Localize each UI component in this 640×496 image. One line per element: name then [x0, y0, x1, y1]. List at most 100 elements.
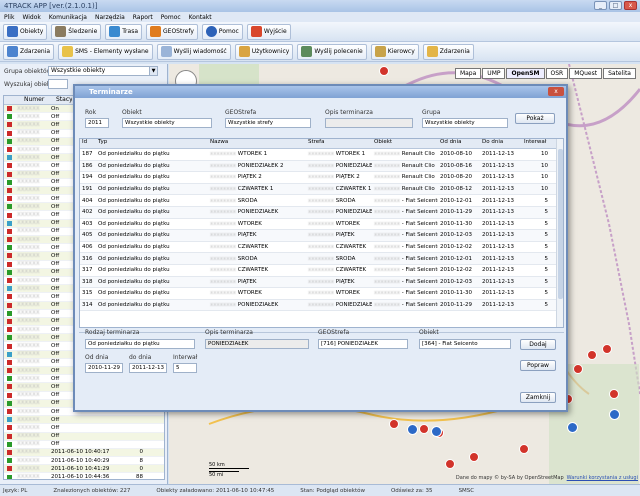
search-input[interactable]: [48, 79, 68, 89]
status-square-icon: [7, 474, 12, 479]
pokaz-button[interactable]: Pokaż: [515, 113, 555, 124]
exit-button[interactable]: Wyjście: [246, 23, 291, 40]
list-item[interactable]: XXXXXX Off: [4, 424, 164, 433]
events-button[interactable]: Zdarzenia: [3, 43, 55, 60]
geostrefa-select[interactable]: Wszystkie strefy: [225, 118, 311, 128]
col-numer[interactable]: Numer: [22, 96, 54, 104]
table-row[interactable]: 314 Od poniedziałku do piątku xxxxxxxx PON…: [80, 299, 563, 312]
maptab-osr[interactable]: OSR: [545, 68, 569, 79]
close-button[interactable]: x: [624, 1, 637, 10]
table-row[interactable]: 402 Od poniedziałku do piątku xxxxxxxx PON…: [80, 206, 563, 219]
drivers-button[interactable]: Kierowcy: [370, 43, 419, 60]
objects-button[interactable]: Obiekty: [3, 23, 48, 40]
vehicle-marker-blue[interactable]: [609, 409, 620, 420]
zamknij-button[interactable]: Zamknij: [520, 392, 556, 403]
col-strefa[interactable]: Strefa: [306, 139, 372, 148]
table-row[interactable]: 315 Od poniedziałku do piątku xxxxxxxx WTO…: [80, 288, 563, 300]
vehicle-marker[interactable]: [419, 424, 429, 434]
vehicle-marker-blue[interactable]: [567, 422, 578, 433]
menu-widok[interactable]: Widok: [22, 14, 40, 21]
users-icon: [238, 46, 250, 57]
dialog-close-button[interactable]: x: [548, 87, 564, 96]
redacted-text: xxxxxxxx: [210, 197, 238, 204]
vehicle-marker[interactable]: [469, 452, 479, 462]
col-interwal[interactable]: Interwał: [522, 139, 554, 148]
help-button[interactable]: Pomoc: [201, 23, 243, 40]
table-row[interactable]: 186 Od poniedziałku do piątku xxxxxxxx PON…: [80, 160, 563, 173]
vehicle-marker[interactable]: [389, 419, 399, 429]
col-do[interactable]: Do dnia: [480, 139, 522, 148]
table-row[interactable]: 404 Od poniedziałku do piątku xxxxxxxx ŚRO…: [80, 195, 563, 207]
col-stacyj[interactable]: Stacyj: [54, 96, 72, 104]
table-row[interactable]: 403 Od poniedziałku do piątku xxxxxxxx WTO…: [80, 219, 563, 231]
col-typ[interactable]: Typ: [96, 139, 208, 148]
vehicle-marker[interactable]: [609, 389, 619, 399]
vehicle-marker[interactable]: [573, 364, 583, 374]
list-item[interactable]: XXXXXX Off: [4, 441, 164, 449]
users-button[interactable]: Użytkownicy: [234, 43, 294, 60]
table-scrollbar[interactable]: [556, 139, 563, 327]
col-obiekt[interactable]: Obiekt: [372, 139, 438, 148]
vehicle-marker-blue[interactable]: [407, 424, 418, 435]
vehicle-marker[interactable]: [519, 444, 529, 454]
vehicle-marker[interactable]: [587, 350, 597, 360]
edit-opis-input[interactable]: PONIEDZIAŁEK: [205, 339, 309, 349]
send-message-button[interactable]: Wyślij wiadomość: [156, 43, 231, 60]
col-od[interactable]: Od dnia: [438, 139, 480, 148]
object-status: Off: [51, 203, 60, 210]
menu-kontakt[interactable]: Kontakt: [189, 14, 212, 21]
tracking-button[interactable]: Śledzenie: [51, 23, 102, 40]
col-id[interactable]: Id: [80, 139, 96, 148]
table-row[interactable]: 187 Od poniedziałku do piątku xxxxxxxx WTO…: [80, 149, 563, 161]
list-item[interactable]: XXXXXX 2011-06-10 10:41:29 0: [4, 465, 164, 474]
menu-raport[interactable]: Raport: [133, 14, 153, 21]
maptab-mapa[interactable]: Mapa: [454, 68, 482, 79]
edit-geostrefa-select[interactable]: [716] PONIEDZIAŁEK: [318, 339, 408, 349]
col-nazwa[interactable]: Nazwa: [208, 139, 306, 148]
maximize-button[interactable]: □: [609, 1, 622, 10]
rodzaj-select[interactable]: Od poniedziałku do piątku: [85, 339, 195, 349]
maptab-opensm[interactable]: OpenSM: [506, 68, 545, 79]
table-row[interactable]: 317 Od poniedziałku do piątku xxxxxxxx CZW…: [80, 265, 563, 277]
list-item[interactable]: XXXXXX Off: [4, 416, 164, 425]
table-row[interactable]: 191 Od poniedziałku do piątku xxxxxxxx CZW…: [80, 183, 563, 196]
list-item[interactable]: XXXXXX 2011-06-10 10:44:36 88: [4, 473, 164, 479]
vehicle-marker[interactable]: [445, 459, 455, 469]
interwal-stepper[interactable]: 5: [173, 363, 197, 373]
vehicle-marker[interactable]: [379, 66, 389, 76]
send-command-button[interactable]: Wyślij polecenie: [297, 43, 367, 60]
route-button[interactable]: Trasa: [105, 23, 142, 40]
list-item[interactable]: XXXXXX 2011-06-10 10:40:29 8: [4, 457, 164, 466]
grupa-select[interactable]: Wszystkie obiekty: [422, 118, 508, 128]
vehicle-marker-blue[interactable]: [431, 426, 442, 437]
table-row[interactable]: 318 Od poniedziałku do piątku xxxxxxxx PIĄ…: [80, 276, 563, 289]
maptab-ump[interactable]: UMP: [482, 68, 506, 79]
list-item[interactable]: XXXXXX 2011-06-10 10:40:17 0: [4, 448, 164, 458]
events2-button[interactable]: Zdarzenia: [422, 43, 474, 60]
opis-input[interactable]: [325, 118, 413, 128]
table-row[interactable]: 405 Od poniedziałku do piątku xxxxxxxx PIĄ…: [80, 230, 563, 242]
menu-narzedzia[interactable]: Narzędzia: [95, 14, 125, 21]
dodaj-button[interactable]: Dodaj: [520, 339, 556, 350]
vehicle-marker[interactable]: [602, 344, 612, 354]
list-item[interactable]: XXXXXX Off: [4, 432, 164, 441]
od-input[interactable]: 2010-11-29: [85, 363, 123, 373]
menu-pomoc[interactable]: Pomoc: [161, 14, 181, 21]
rok-input[interactable]: 2011: [85, 118, 109, 128]
maptab-satelita[interactable]: Satelita: [603, 68, 636, 79]
table-row[interactable]: 316 Od poniedziałku do piątku xxxxxxxx ŚRO…: [80, 253, 563, 265]
maptab-mquest[interactable]: MQuest: [569, 68, 603, 79]
menu-komunikacja[interactable]: Komunikacja: [49, 14, 87, 21]
sms-sent-button[interactable]: SMS - Elementy wysłane: [58, 43, 153, 60]
edit-obiekt-select[interactable]: [364] - Fiat Seicento: [419, 339, 511, 349]
obiekt-select[interactable]: Wszystkie obiekty: [122, 118, 212, 128]
do-input[interactable]: 2011-12-13: [129, 363, 167, 373]
minimize-button[interactable]: _: [594, 1, 607, 10]
table-row[interactable]: 406 Od poniedziałku do piątku xxxxxxxx CZW…: [80, 242, 563, 254]
popraw-button[interactable]: Popraw: [520, 360, 556, 371]
group-select[interactable]: Wszystkie obiekty ▼: [48, 66, 158, 76]
terms-link[interactable]: Warunki korzystania z usługi: [567, 475, 638, 481]
menu-plik[interactable]: Plik: [4, 14, 14, 21]
table-row[interactable]: 194 Od poniedziałku do piątku xxxxxxxx PIĄ…: [80, 172, 563, 184]
geozones-button[interactable]: GEOStrefy: [146, 23, 198, 40]
